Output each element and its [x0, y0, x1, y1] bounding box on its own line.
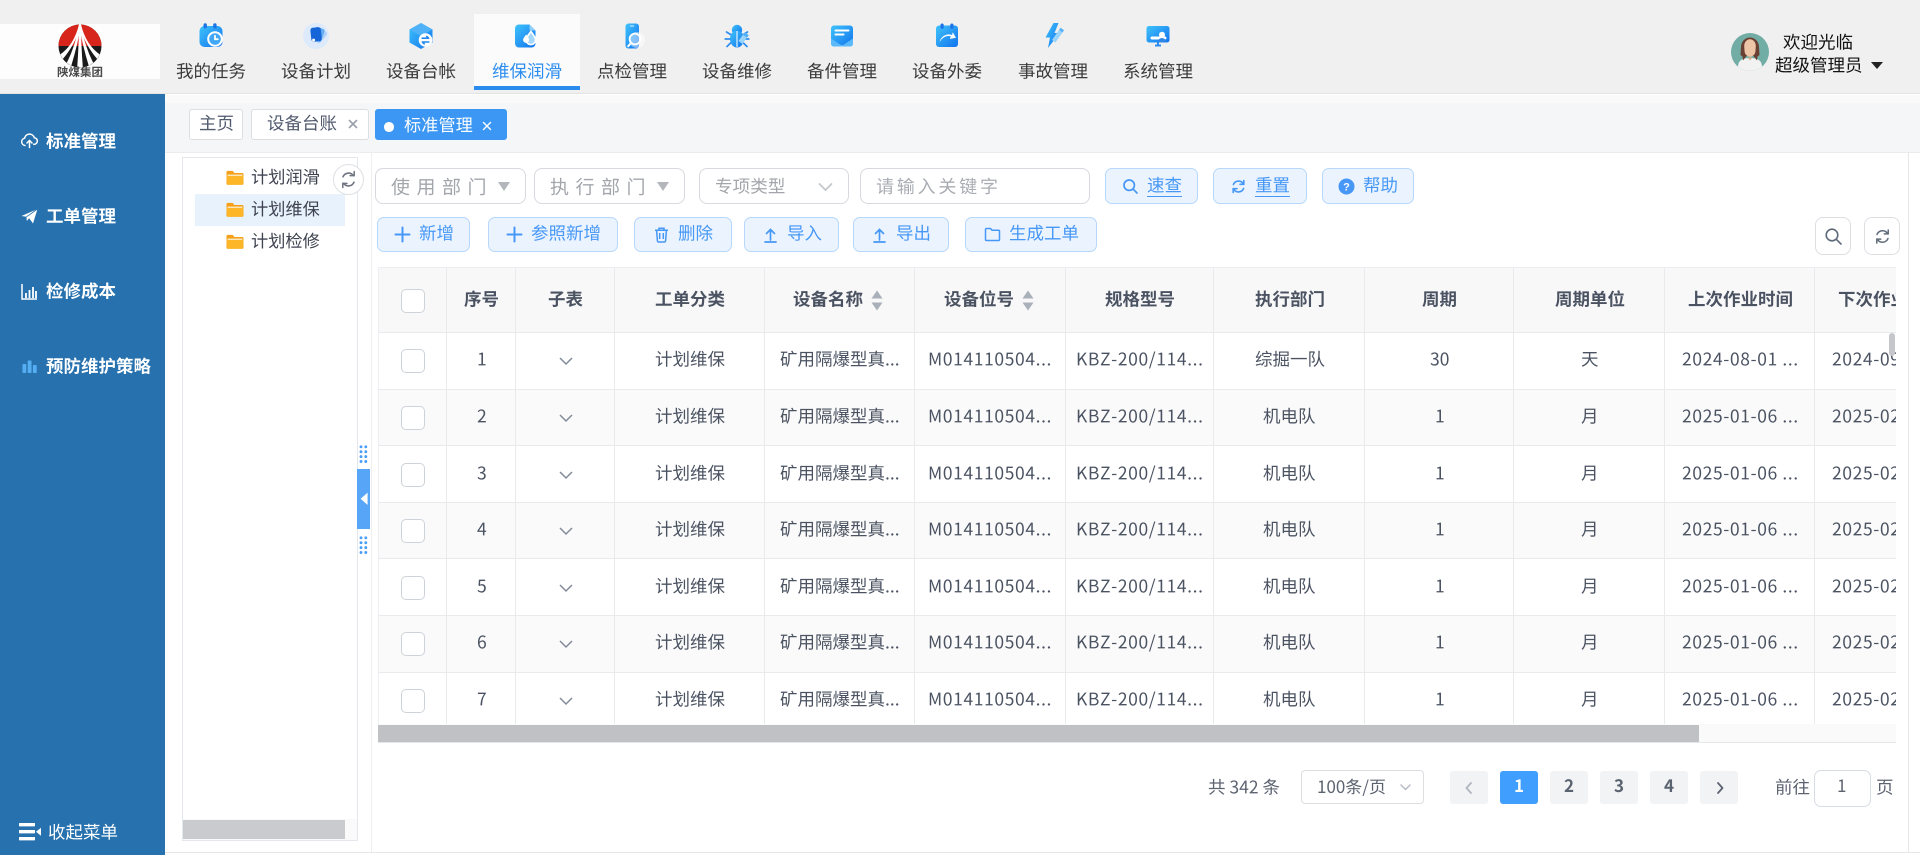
- svg-text:?: ?: [1343, 181, 1350, 193]
